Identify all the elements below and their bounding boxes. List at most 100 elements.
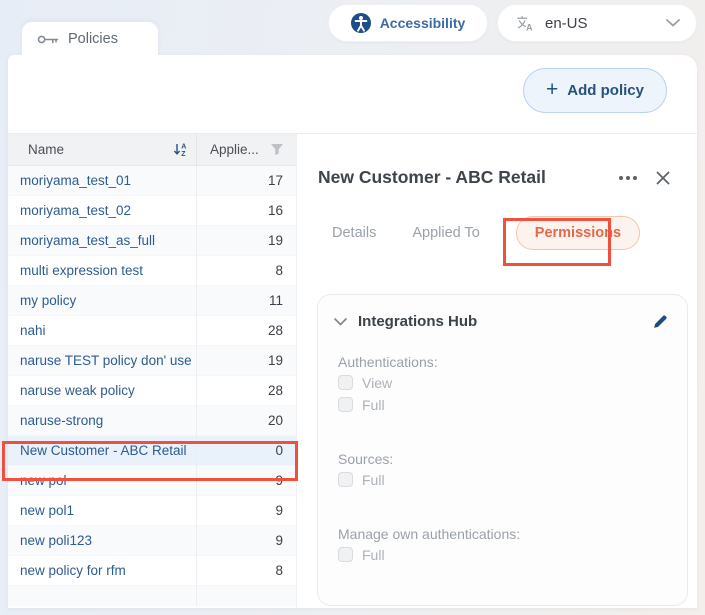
permission-groups: Authentications:ViewFullSources:FullMana…: [318, 354, 687, 564]
table-row-partial: [8, 586, 296, 606]
permission-group: Sources:Full: [338, 451, 667, 489]
detail-title: New Customer - ABC Retail: [318, 167, 617, 188]
applied-count: 16: [197, 203, 296, 218]
checkbox[interactable]: [338, 375, 353, 390]
applied-count: 28: [197, 383, 296, 398]
policy-name-link[interactable]: moriyama_test_as_full: [8, 226, 197, 256]
policy-name-link[interactable]: New Customer - ABC Retail: [8, 436, 197, 466]
applied-count: 28: [197, 323, 296, 338]
applied-count: 8: [197, 263, 296, 278]
policy-name-link[interactable]: multi expression test: [8, 256, 197, 286]
applied-count: 17: [197, 173, 296, 188]
chevron-down-icon: [666, 19, 680, 27]
policy-name-link[interactable]: new pol: [8, 466, 197, 496]
language-value: en-US: [545, 15, 588, 32]
permission-option: Full: [338, 545, 667, 564]
permission-group: Manage own authentications: Full: [338, 526, 667, 564]
policy-table: Name A Z Applie...: [8, 134, 297, 608]
svg-text:A: A: [526, 22, 533, 32]
close-icon[interactable]: [655, 170, 671, 186]
permission-group: Authentications: View Full: [338, 354, 667, 414]
table-row[interactable]: new pol9: [8, 466, 296, 496]
language-select[interactable]: A en-US: [497, 4, 697, 42]
policy-name-link[interactable]: new poli123: [8, 526, 197, 556]
sort-az-icon[interactable]: A Z: [173, 142, 188, 157]
checkbox-label: Full: [362, 547, 385, 563]
filter-funnel-icon[interactable]: [270, 143, 284, 156]
policy-name-link[interactable]: moriyama_test_02: [8, 196, 197, 226]
table-row[interactable]: moriyama_test_0117: [8, 166, 296, 196]
applied-count: 20: [197, 413, 296, 428]
checkbox[interactable]: [338, 547, 353, 562]
translate-icon: A: [516, 14, 535, 33]
detail-tab-details[interactable]: Details: [332, 225, 376, 241]
svg-text:Z: Z: [181, 151, 186, 157]
permission-option: Full: [338, 395, 667, 414]
table-row[interactable]: multi expression test8: [8, 256, 296, 286]
column-header-applied[interactable]: Applie...: [197, 134, 296, 165]
checkbox-label: Full: [362, 397, 385, 413]
policy-detail-pane: New Customer - ABC Retail Details Applied…: [297, 134, 697, 608]
permission-option: View: [338, 373, 667, 392]
detail-tabs: Details Applied To Permissions: [332, 216, 697, 250]
policy-name-link[interactable]: moriyama_test_01: [8, 166, 197, 196]
main-panel: + Add policy Name A Z: [8, 55, 697, 608]
applied-count: 9: [197, 503, 296, 518]
checkbox[interactable]: [338, 472, 353, 487]
table-row[interactable]: moriyama_test_as_full19: [8, 226, 296, 256]
chevron-down-icon[interactable]: [334, 318, 347, 326]
policy-name-link[interactable]: new policy for rfm: [8, 556, 197, 586]
applied-count: 8: [197, 563, 296, 578]
table-row[interactable]: moriyama_test_0216: [8, 196, 296, 226]
checkbox-label: View: [362, 375, 392, 391]
table-row[interactable]: new policy for rfm8: [8, 556, 296, 586]
checkbox[interactable]: [338, 397, 353, 412]
table-row[interactable]: new poli1239: [8, 526, 296, 556]
ellipsis-menu-icon[interactable]: [617, 172, 639, 184]
pencil-icon[interactable]: [652, 313, 669, 330]
detail-tab-applied-to[interactable]: Applied To: [412, 225, 479, 241]
tab-policies-label: Policies: [68, 31, 118, 47]
applied-count: 0: [197, 443, 296, 458]
applied-count: 19: [197, 353, 296, 368]
detail-tab-permissions[interactable]: Permissions: [516, 216, 640, 250]
policy-table-body: moriyama_test_0117moriyama_test_0216mori…: [8, 166, 296, 606]
column-header-name[interactable]: Name A Z: [8, 134, 197, 165]
integrations-hub-card: Integrations Hub Authentications: View Ful…: [317, 294, 688, 606]
svg-text:A: A: [181, 143, 186, 150]
content-area: Name A Z Applie...: [8, 133, 697, 608]
table-row[interactable]: New Customer - ABC Retail0: [8, 436, 296, 466]
permission-option: Full: [338, 470, 667, 489]
name-column-label: Name: [28, 142, 64, 157]
table-row[interactable]: new pol19: [8, 496, 296, 526]
card-title: Integrations Hub: [358, 313, 477, 330]
policy-name-link[interactable]: nahi: [8, 316, 197, 346]
add-policy-label: Add policy: [567, 82, 644, 99]
policies-page: Accessibility A en-US Policies + Add pol…: [0, 0, 705, 615]
permission-group-label: Authentications:: [338, 354, 667, 370]
accessibility-label: Accessibility: [380, 15, 466, 31]
table-row[interactable]: nahi28: [8, 316, 296, 346]
key-icon: [37, 34, 59, 45]
table-header: Name A Z Applie...: [8, 134, 296, 166]
applied-count: 19: [197, 233, 296, 248]
table-row[interactable]: my policy11: [8, 286, 296, 316]
applied-column-label: Applie...: [210, 142, 259, 157]
policy-name-link[interactable]: new pol1: [8, 496, 197, 526]
tab-policies[interactable]: Policies: [22, 22, 158, 56]
checkbox-label: Full: [362, 472, 385, 488]
table-row[interactable]: naruse weak policy28: [8, 376, 296, 406]
policy-name-link[interactable]: naruse-strong: [8, 406, 197, 436]
plus-icon: +: [546, 79, 558, 100]
policy-name-link[interactable]: my policy: [8, 286, 197, 316]
permission-group-label: Manage own authentications:: [338, 526, 667, 542]
accessibility-button[interactable]: Accessibility: [328, 4, 488, 42]
table-row[interactable]: naruse-strong20: [8, 406, 296, 436]
accessibility-person-icon: [351, 13, 371, 33]
policy-name-link[interactable]: naruse weak policy: [8, 376, 197, 406]
policy-name-link[interactable]: naruse TEST policy don' use: [8, 346, 197, 376]
table-row[interactable]: naruse TEST policy don' use19: [8, 346, 296, 376]
applied-count: 9: [197, 533, 296, 548]
add-policy-button[interactable]: + Add policy: [523, 68, 667, 113]
applied-count: 11: [197, 293, 296, 308]
